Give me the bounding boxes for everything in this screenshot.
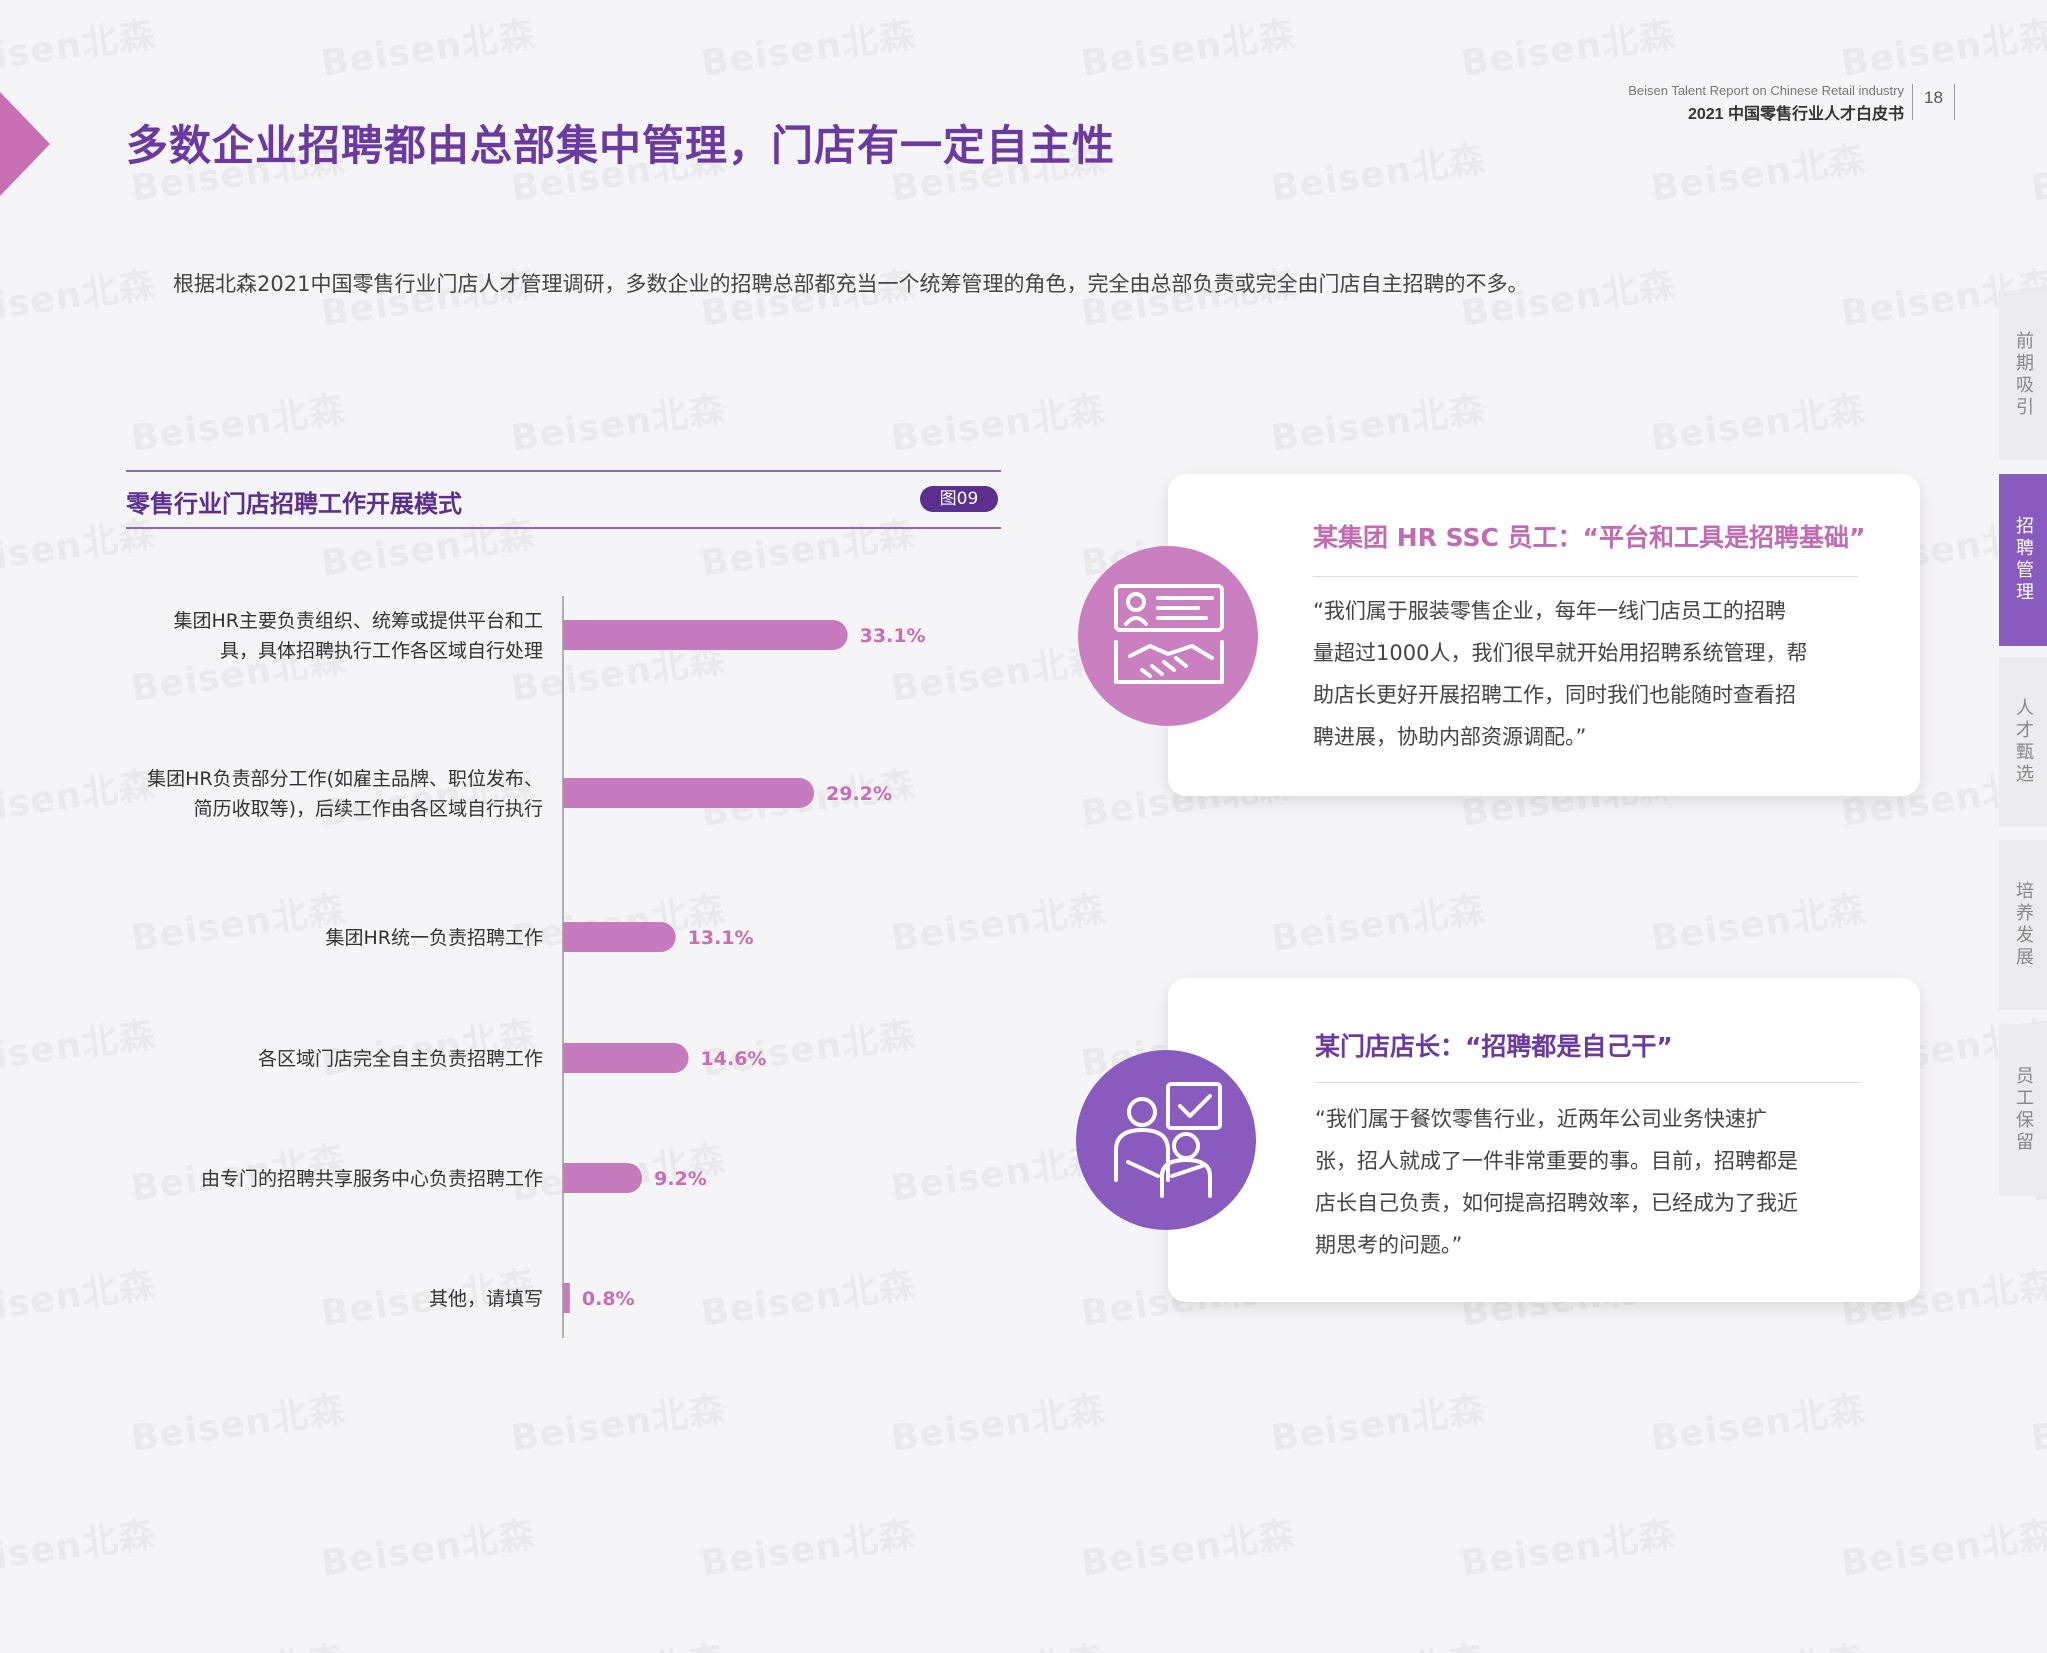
chart-category-label: 集团HR负责部分工作(如雇主品牌、职位发布、 bbox=[147, 768, 543, 790]
chart-bar bbox=[563, 620, 848, 650]
watermark-text: Beisen北森 bbox=[1267, 1630, 1488, 1653]
chart-value-label: 29.2% bbox=[826, 783, 892, 805]
watermark-text: Beisen北森 bbox=[1457, 1505, 1678, 1587]
watermark-text: Beisen北森 bbox=[1837, 5, 2047, 87]
chart-category-label: 简历收取等)，后续工作由各区域自行执行 bbox=[194, 798, 543, 820]
chart-category-label: 其他，请填写 bbox=[429, 1288, 543, 1310]
chart-value-label: 33.1% bbox=[860, 625, 926, 647]
chart-category-label: 集团HR统一负责招聘工作 bbox=[326, 927, 544, 949]
quote-line: 聘进展，协助内部资源调配。” bbox=[1313, 725, 1587, 749]
chart-value-label: 9.2% bbox=[654, 1168, 707, 1190]
header-en-subtitle: Beisen Talent Report on Chinese Retail i… bbox=[1628, 83, 1904, 98]
quote-card-1-body: “我们属于服装零售企业，每年一线门店员工的招聘 量超过1000人，我们很早就开始… bbox=[1313, 590, 1807, 758]
header-cn-subtitle: 2021 中国零售行业人才白皮书 bbox=[1687, 106, 1904, 123]
watermark-text: Beisen北森 bbox=[2027, 1380, 2047, 1462]
watermark-text: Beisen北森 bbox=[1647, 1380, 1868, 1462]
watermark-text: Beisen北森 bbox=[1647, 1630, 1868, 1653]
chart-bar-base bbox=[563, 1043, 578, 1073]
watermark-text: Beisen北森 bbox=[1457, 5, 1678, 87]
watermark-text: Beisen北森 bbox=[1077, 5, 1298, 87]
chart-bar-base bbox=[563, 1163, 578, 1193]
side-tab-development[interactable]: 培养发展 bbox=[1999, 840, 2047, 1010]
header-divider-right bbox=[1954, 84, 1955, 120]
chart-bar-base bbox=[563, 620, 578, 650]
bar-chart: 33.1% 集团HR主要负责组织、统筹或提供平台和工具，具体招聘执行工作各区域自行… bbox=[147, 596, 926, 1338]
watermark-text: Beisen北森 bbox=[1647, 880, 1868, 962]
watermark-text: Beisen北森 bbox=[1267, 1380, 1488, 1462]
watermark-text: Beisen北森 bbox=[2027, 130, 2047, 212]
watermark-text: Beisen北森 bbox=[2027, 1630, 2047, 1653]
chart-category-label: 集团HR主要负责组织、统筹或提供平台和工 bbox=[174, 610, 544, 632]
chart-category-label: 各区域门店完全自主负责招聘工作 bbox=[258, 1048, 543, 1070]
header-divider bbox=[1912, 84, 1913, 120]
quote-line: 期思考的问题。” bbox=[1315, 1233, 1463, 1257]
chart-bar-base bbox=[563, 922, 578, 952]
quote-card-2-body: “我们属于餐饮零售行业，近两年公司业务快速扩 张，招人就成了一件非常重要的事。目… bbox=[1315, 1098, 1798, 1266]
watermark-text: Beisen北森 bbox=[1267, 130, 1488, 212]
quote-line: 张，招人就成了一件非常重要的事。目前，招聘都是 bbox=[1315, 1149, 1798, 1173]
quote-card-1-title: 某集团 HR SSC 员工：“平台和工具是招聘基础” bbox=[1313, 523, 1866, 552]
quote-line: 量超过1000人，我们很早就开始用招聘系统管理，帮 bbox=[1313, 641, 1808, 665]
quote-line: 助店长更好开展招聘工作，同时我们也能随时查看招 bbox=[1313, 683, 1796, 707]
chart-bar bbox=[563, 1043, 689, 1073]
quote-card-2-title: 某门店店长：“招聘都是自己干” bbox=[1315, 1032, 1673, 1061]
team-approval-icon bbox=[1076, 1050, 1256, 1230]
quote-line: 店长自己负责，如何提高招聘效率，已经成为了我近 bbox=[1315, 1191, 1798, 1215]
watermark-text: Beisen北森 bbox=[1267, 880, 1488, 962]
side-tab-attraction[interactable]: 前期吸引 bbox=[1999, 290, 2047, 460]
watermark-text: Beisen北森 bbox=[1647, 130, 1868, 212]
chart-value-label: 0.8% bbox=[582, 1288, 635, 1310]
watermark-text: Beisen北森 bbox=[1647, 380, 1868, 462]
chart-value-label: 13.1% bbox=[688, 927, 754, 949]
quote-card-1-divider bbox=[1313, 576, 1858, 577]
watermark-text: Beisen北森 bbox=[1837, 1505, 2047, 1587]
watermark-text: Beisen北森 bbox=[1267, 380, 1488, 462]
handshake-resume-icon bbox=[1078, 546, 1258, 726]
quote-line: “我们属于餐饮零售行业，近两年公司业务快速扩 bbox=[1315, 1107, 1767, 1131]
side-tab-retention[interactable]: 员工保留 bbox=[1999, 1024, 2047, 1196]
quote-line: “我们属于服装零售企业，每年一线门店员工的招聘 bbox=[1313, 599, 1786, 623]
report-header: Beisen Talent Report on Chinese Retail i… bbox=[1628, 83, 1904, 124]
watermark-text: Beisen北森 bbox=[1077, 1505, 1298, 1587]
page-number: 18 bbox=[1924, 88, 1943, 107]
quote-card-2-divider bbox=[1315, 1082, 1860, 1083]
side-tab-recruitment[interactable]: 招聘管理 bbox=[1999, 474, 2047, 646]
side-tab-selection[interactable]: 人才甄选 bbox=[1999, 657, 2047, 827]
chart-category-label: 由专门的招聘共享服务中心负责招聘工作 bbox=[201, 1168, 543, 1190]
chart-value-label: 14.6% bbox=[701, 1048, 767, 1070]
chart-category-label: 具，具体招聘执行工作各区域自行处理 bbox=[220, 640, 543, 662]
chart-bar bbox=[563, 778, 815, 808]
chart-bar-base bbox=[563, 778, 578, 808]
chart-bar bbox=[563, 922, 676, 952]
chart-bar-base bbox=[563, 1283, 570, 1313]
